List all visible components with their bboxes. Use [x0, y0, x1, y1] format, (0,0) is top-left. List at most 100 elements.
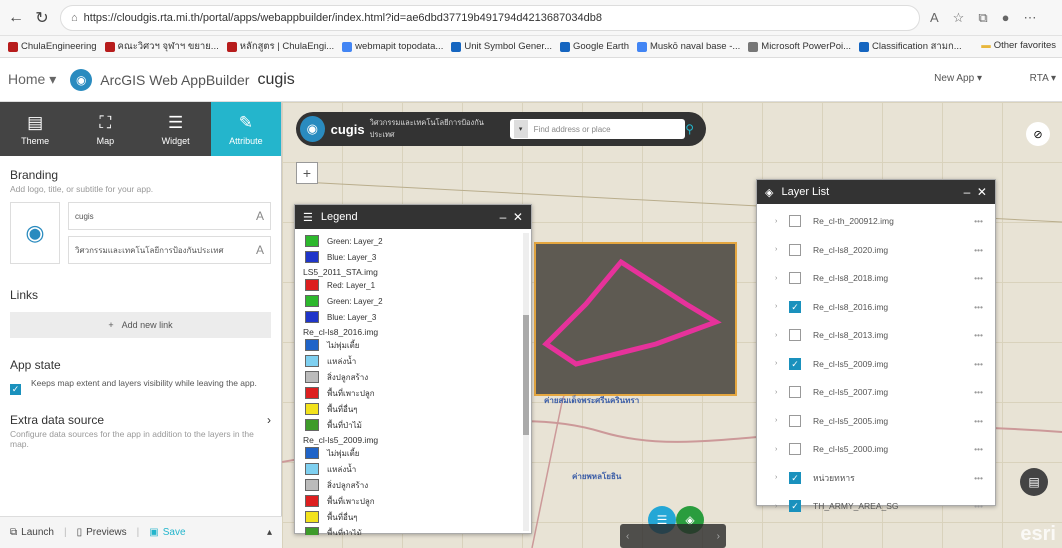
brand-logo-icon[interactable]: ◉	[10, 202, 60, 264]
more-options-icon[interactable]: •••	[974, 501, 983, 511]
layer-item[interactable]: › ✓ TH_ARMY_AREA_SG •••	[757, 492, 995, 521]
chevron-left-icon[interactable]: ‹	[626, 531, 629, 542]
previews-button[interactable]: ▯ Previews	[77, 527, 127, 538]
collections-icon[interactable]: ⧉	[978, 10, 987, 26]
expand-icon[interactable]: ›	[775, 417, 787, 424]
save-button[interactable]: ▣ Save	[149, 527, 185, 538]
tab-theme[interactable]: ▤ Theme	[0, 102, 70, 156]
layer-list-header[interactable]: ◈ Layer List – ✕	[757, 180, 995, 204]
more-options-icon[interactable]: •••	[974, 216, 983, 226]
bookmark-item[interactable]: Microsoft PowerPoi...	[748, 41, 851, 52]
layer-item[interactable]: › Re_cl-ls5_2007.img •••	[757, 378, 995, 407]
more-options-icon[interactable]: •••	[974, 473, 983, 483]
expand-icon[interactable]: ›	[775, 275, 787, 282]
layer-visibility-checkbox[interactable]: ✓	[789, 500, 801, 513]
expand-icon[interactable]: ›	[775, 303, 787, 310]
refresh-icon[interactable]: ↻	[32, 8, 52, 28]
more-icon[interactable]: ⋯	[1023, 10, 1036, 26]
add-link-button[interactable]: + Add new link	[10, 312, 271, 338]
scroll-thumb[interactable]	[523, 315, 529, 435]
bookmark-item[interactable]: Google Earth	[560, 41, 629, 52]
expand-icon[interactable]: ›	[775, 446, 787, 453]
profile-icon[interactable]: ●	[1002, 10, 1010, 26]
visibility-icon[interactable]: ⊘	[1026, 122, 1050, 146]
zoom-in-button[interactable]: +	[296, 162, 318, 184]
read-aloud-icon[interactable]: A	[930, 10, 939, 26]
bookmark-item[interactable]: ChulaEngineering	[8, 41, 97, 52]
layer-visibility-checkbox[interactable]	[789, 329, 801, 342]
layer-visibility-checkbox[interactable]	[789, 272, 801, 285]
expand-icon[interactable]: ›	[775, 474, 787, 481]
layer-visibility-checkbox[interactable]	[789, 215, 801, 228]
minimize-close-icons[interactable]: – ✕	[500, 210, 523, 224]
expand-icon[interactable]: ›	[775, 332, 787, 339]
expand-icon[interactable]: ›	[775, 503, 787, 510]
title-field[interactable]: cugis A	[68, 202, 271, 230]
tab-map[interactable]: ⛶ Map	[70, 102, 140, 156]
text-style-icon[interactable]: A	[256, 243, 264, 257]
text-style-icon[interactable]: A	[256, 209, 264, 223]
favorite-icon[interactable]: ☆	[953, 10, 965, 26]
more-options-icon[interactable]: •••	[974, 273, 983, 283]
more-options-icon[interactable]: •••	[974, 330, 983, 340]
map-view[interactable]: ค่ายสมเด็จพระศรีนครินทรา ค่ายพหลโยธิน ◉ …	[282, 102, 1062, 548]
search-icon[interactable]: ⚲	[685, 122, 694, 136]
expand-icon[interactable]: ›	[775, 360, 787, 367]
layer-visibility-checkbox[interactable]	[789, 443, 801, 456]
layer-visibility-checkbox[interactable]	[789, 243, 801, 256]
layer-item[interactable]: › Re_cl-ls5_2005.img •••	[757, 407, 995, 436]
legend-swatch	[305, 527, 319, 535]
layer-item[interactable]: › ✓ หน่วยทหาร •••	[757, 464, 995, 493]
layer-visibility-checkbox[interactable]: ✓	[789, 471, 801, 484]
layer-item[interactable]: › Re_cl-ls5_2000.img •••	[757, 435, 995, 464]
more-options-icon[interactable]: •••	[974, 245, 983, 255]
more-options-icon[interactable]: •••	[974, 444, 983, 454]
bookmark-item[interactable]: Unit Symbol Gener...	[451, 41, 552, 52]
layer-item[interactable]: › Re_cl-ls8_2013.img •••	[757, 321, 995, 350]
chevron-right-icon[interactable]: ›	[717, 531, 720, 542]
more-options-icon[interactable]: •••	[974, 387, 983, 397]
extra-data-source[interactable]: Extra data source ›	[10, 413, 271, 427]
layer-item[interactable]: › Re_cl-ls8_2020.img •••	[757, 236, 995, 265]
app-state-checkbox[interactable]: ✓	[10, 384, 21, 395]
more-options-icon[interactable]: •••	[974, 416, 983, 426]
expand-icon[interactable]: ›	[775, 389, 787, 396]
layer-item[interactable]: › ✓ Re_cl-ls8_2016.img •••	[757, 293, 995, 322]
layer-name: Re_cl-th_200912.img	[813, 216, 894, 227]
layer-visibility-checkbox[interactable]	[789, 414, 801, 427]
search-input[interactable]: ▾ Find address or place	[509, 119, 686, 139]
collapse-icon[interactable]: ▴	[267, 527, 272, 538]
back-icon[interactable]: ←	[6, 9, 26, 27]
tab-attribute[interactable]: ✎ Attribute	[210, 102, 281, 156]
minimize-close-icons[interactable]: – ✕	[964, 185, 987, 199]
home-menu[interactable]: Home ▾	[8, 71, 56, 88]
subtitle-field[interactable]: วิศวกรรมและเทคโนโลยีการป้องกันประเทศ A	[68, 236, 271, 264]
more-options-icon[interactable]: •••	[974, 302, 983, 312]
new-app-menu[interactable]: New App ▾	[934, 73, 982, 84]
bookmark-item[interactable]: หลักสูตร | ChulaEngi...	[226, 39, 334, 54]
bookmark-item[interactable]: คณะวิศวฯ จุฬาฯ ขยาย...	[104, 39, 219, 54]
layer-item[interactable]: › Re_cl-ls8_2018.img •••	[757, 264, 995, 293]
expand-icon[interactable]: ›	[775, 246, 787, 253]
legend-swatch	[305, 311, 319, 323]
layer-item[interactable]: › Re_cl-th_200912.img •••	[757, 207, 995, 236]
bookmark-item[interactable]: Muskō naval base -...	[636, 41, 740, 52]
attribute-table-icon[interactable]: ▤	[1020, 468, 1048, 496]
legend-header[interactable]: ☰ Legend – ✕	[295, 205, 531, 229]
bookmark-item[interactable]: Classification สามก...	[859, 39, 962, 54]
tab-widget[interactable]: ☰ Widget	[141, 102, 211, 156]
user-menu[interactable]: RTA ▾	[1030, 73, 1056, 84]
layer-visibility-checkbox[interactable]	[789, 386, 801, 399]
other-favorites[interactable]: ▬ Other favorites	[981, 40, 1056, 51]
address-bar[interactable]: ⌂ https://cloudgis.rta.mi.th/portal/apps…	[60, 4, 920, 31]
more-options-icon[interactable]: •••	[974, 359, 983, 369]
bookmark-item[interactable]: webmapit topodata...	[342, 41, 443, 52]
launch-button[interactable]: ⧉ Launch	[10, 527, 54, 538]
expand-icon[interactable]: ›	[775, 218, 787, 225]
layer-item[interactable]: › ✓ Re_cl-ls5_2009.img •••	[757, 350, 995, 379]
chevron-down-icon[interactable]: ▾	[513, 120, 528, 138]
legend-swatch	[305, 339, 319, 351]
lock-icon: ⌂	[71, 11, 78, 24]
layer-visibility-checkbox[interactable]: ✓	[789, 357, 801, 370]
layer-visibility-checkbox[interactable]: ✓	[789, 300, 801, 313]
